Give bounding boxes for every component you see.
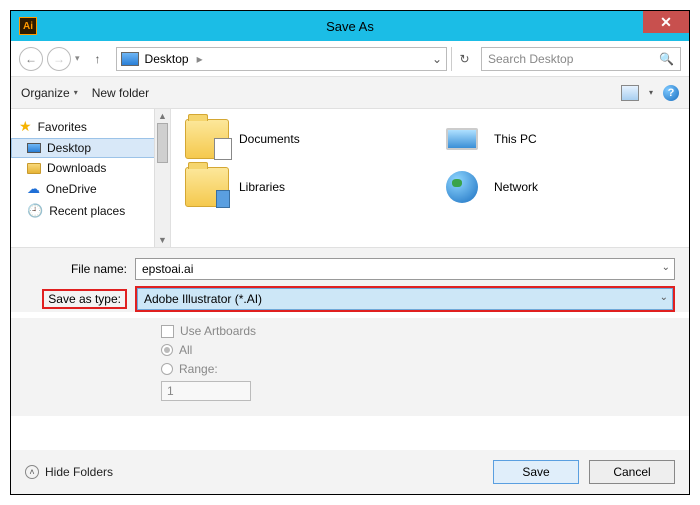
sidebar-scrollbar[interactable]: ▲ ▼ xyxy=(154,109,170,247)
folder-icon xyxy=(27,163,41,174)
address-bar[interactable]: Desktop ▸ ⌄ xyxy=(116,47,447,71)
chevron-up-icon: ˄ xyxy=(25,465,39,479)
savetype-value: Adobe Illustrator (*.AI) xyxy=(144,292,262,306)
item-network[interactable]: Network xyxy=(440,167,675,207)
range-label: Range: xyxy=(179,362,218,376)
form-area: File name: epstoai.ai ⌄ Save as type: Ad… xyxy=(11,247,689,312)
file-list: Documents This PC Libraries Network xyxy=(171,109,689,247)
libraries-icon xyxy=(185,167,229,207)
organize-toolbar: Organize ▾ New folder ▾ ? xyxy=(11,77,689,109)
sidebar-item-label: Downloads xyxy=(47,161,106,175)
save-as-dialog: Ai Save As ✕ ← → ▾ ↑ Desktop ▸ ⌄ ↻ Searc… xyxy=(10,10,690,495)
savetype-dropdown[interactable]: Adobe Illustrator (*.AI) ⌄ xyxy=(137,288,673,310)
back-button[interactable]: ← xyxy=(19,47,43,71)
network-icon xyxy=(440,167,484,207)
star-icon: ★ xyxy=(19,118,32,135)
savetype-label-wrap: Save as type: xyxy=(25,292,135,306)
breadcrumb-desktop[interactable]: Desktop xyxy=(145,52,189,66)
savetype-highlight: Adobe Illustrator (*.AI) ⌄ xyxy=(135,286,675,312)
explorer-body: ★ Favorites Desktop Downloads ☁ OneDrive… xyxy=(11,109,689,247)
breadcrumb-separator: ▸ xyxy=(197,52,203,66)
desktop-location-icon xyxy=(121,52,139,66)
history-dropdown[interactable]: ▾ xyxy=(75,53,80,64)
use-artboards-checkbox[interactable] xyxy=(161,325,174,338)
close-button[interactable]: ✕ xyxy=(643,11,689,33)
view-options-button[interactable] xyxy=(621,85,639,101)
desktop-icon xyxy=(27,143,41,153)
item-libraries[interactable]: Libraries xyxy=(185,167,420,207)
illustrator-app-icon: Ai xyxy=(19,17,37,35)
new-folder-label: New folder xyxy=(92,86,149,100)
organize-button[interactable]: Organize ▾ xyxy=(21,86,78,100)
chevron-down-icon: ▾ xyxy=(74,88,78,97)
sidebar-group-favorites[interactable]: ★ Favorites xyxy=(11,115,170,138)
scroll-down-arrow[interactable]: ▼ xyxy=(155,233,170,247)
chevron-down-icon[interactable]: ⌄ xyxy=(662,262,670,273)
hide-folders-label: Hide Folders xyxy=(45,465,113,479)
help-button[interactable]: ? xyxy=(663,85,679,101)
search-placeholder: Search Desktop xyxy=(488,52,573,66)
window-title: Save As xyxy=(11,19,689,34)
up-button[interactable]: ↑ xyxy=(88,49,108,69)
savetype-label: Save as type: xyxy=(42,289,127,309)
scroll-up-arrow[interactable]: ▲ xyxy=(155,109,170,123)
dialog-footer: ˄ Hide Folders Save Cancel xyxy=(11,450,689,494)
options-area: Use Artboards All Range: 1 xyxy=(11,318,689,416)
cancel-button[interactable]: Cancel xyxy=(589,460,675,484)
sidebar-item-label: Recent places xyxy=(49,204,125,218)
search-input[interactable]: Search Desktop 🔍 xyxy=(481,47,681,71)
item-label: Network xyxy=(494,180,538,194)
recent-icon: 🕘 xyxy=(27,203,43,219)
sidebar-item-label: Desktop xyxy=(47,141,91,155)
hide-folders-button[interactable]: ˄ Hide Folders xyxy=(25,465,113,479)
use-artboards-label: Use Artboards xyxy=(180,324,256,338)
cloud-icon: ☁ xyxy=(27,181,40,197)
item-label: This PC xyxy=(494,132,537,146)
chevron-down-icon[interactable]: ⌄ xyxy=(660,292,668,303)
all-row: All xyxy=(161,343,675,357)
item-documents[interactable]: Documents xyxy=(185,119,420,159)
view-dropdown-icon[interactable]: ▾ xyxy=(649,88,653,97)
all-label: All xyxy=(179,343,192,357)
sidebar-group-label: Favorites xyxy=(38,120,87,134)
sidebar-item-downloads[interactable]: Downloads xyxy=(11,158,170,178)
title-bar: Ai Save As ✕ xyxy=(11,11,689,41)
range-value: 1 xyxy=(167,384,174,398)
address-dropdown-icon[interactable]: ⌄ xyxy=(432,52,442,66)
forward-button[interactable]: → xyxy=(47,47,71,71)
save-button[interactable]: Save xyxy=(493,460,579,484)
folder-icon xyxy=(185,119,229,159)
use-artboards-row: Use Artboards xyxy=(161,324,675,338)
new-folder-button[interactable]: New folder xyxy=(92,86,149,100)
item-label: Documents xyxy=(239,132,300,146)
range-input[interactable]: 1 xyxy=(161,381,251,401)
range-row: Range: xyxy=(161,362,675,376)
sidebar-item-onedrive[interactable]: ☁ OneDrive xyxy=(11,178,170,200)
this-pc-icon xyxy=(440,119,484,159)
filename-value: epstoai.ai xyxy=(142,262,193,276)
refresh-button[interactable]: ↻ xyxy=(451,47,477,71)
item-label: Libraries xyxy=(239,180,285,194)
sidebar-item-recent[interactable]: 🕘 Recent places xyxy=(11,200,170,222)
organize-label: Organize xyxy=(21,86,70,100)
filename-label: File name: xyxy=(25,262,135,276)
range-radio[interactable] xyxy=(161,363,173,375)
sidebar: ★ Favorites Desktop Downloads ☁ OneDrive… xyxy=(11,109,171,247)
item-this-pc[interactable]: This PC xyxy=(440,119,675,159)
search-icon: 🔍 xyxy=(659,52,674,66)
sidebar-item-desktop[interactable]: Desktop xyxy=(11,138,170,158)
sidebar-item-label: OneDrive xyxy=(46,182,97,196)
scroll-thumb[interactable] xyxy=(157,123,168,163)
all-radio[interactable] xyxy=(161,344,173,356)
navigation-toolbar: ← → ▾ ↑ Desktop ▸ ⌄ ↻ Search Desktop 🔍 xyxy=(11,41,689,77)
filename-input[interactable]: epstoai.ai ⌄ xyxy=(135,258,675,280)
